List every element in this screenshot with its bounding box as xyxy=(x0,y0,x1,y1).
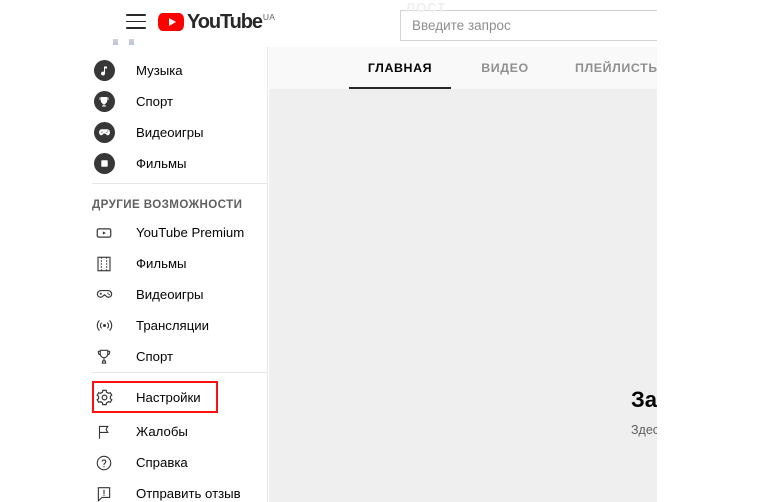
sidebar-section-title: ДРУГИЕ ВОЗМОЖНОСТИ xyxy=(92,198,243,211)
artifact-dot xyxy=(129,39,134,45)
broadcast-icon xyxy=(92,314,116,338)
browser-page: YouTube UA ЛОСТ Музыка xyxy=(0,0,657,502)
empty-state-heading: За xyxy=(631,387,657,412)
tab-label: ГЛАВНАЯ xyxy=(367,61,433,75)
gamepad-icon xyxy=(92,121,116,145)
play-triangle-icon xyxy=(168,18,176,26)
sidebar-item-gaming-more[interactable]: Видеоигры xyxy=(92,279,267,310)
film-icon xyxy=(92,152,116,176)
trophy-outline-icon xyxy=(92,345,116,369)
sidebar-divider xyxy=(92,372,267,373)
sidebar-item-movies[interactable]: Фильмы xyxy=(92,148,267,179)
sidebar-item-label: YouTube Premium xyxy=(136,224,245,240)
youtube-premium-icon xyxy=(92,221,116,245)
film-strip-icon xyxy=(92,252,116,276)
sidebar-item-movies-more[interactable]: Фильмы xyxy=(92,248,267,279)
youtube-logo[interactable]: YouTube UA xyxy=(158,12,275,33)
music-note-icon xyxy=(92,59,116,83)
sidebar-item-help[interactable]: Справка xyxy=(92,447,267,478)
tab-playlists[interactable]: ПЛЕЙЛИСТЫ xyxy=(559,47,657,89)
sidebar: Музыка Спорт Видеоигры Фильмы ДРУГИЕ ВОЗ… xyxy=(0,47,268,502)
sidebar-item-music[interactable]: Музыка xyxy=(92,55,267,86)
sidebar-item-label: Справка xyxy=(136,454,188,470)
sidebar-item-label: Трансляции xyxy=(136,317,209,333)
sidebar-item-settings[interactable]: Настройки xyxy=(92,382,267,413)
hamburger-menu-icon[interactable] xyxy=(126,14,146,30)
feedback-icon xyxy=(92,482,116,502)
sidebar-item-label: Видеоигры xyxy=(136,124,204,140)
sidebar-item-label: Настройки xyxy=(136,389,201,405)
sidebar-item-youtube-premium[interactable]: YouTube Premium xyxy=(92,217,267,248)
channel-content: ГЛАВНАЯ ВИДЕО ПЛЕЙЛИСТЫ За Здес xyxy=(269,47,657,502)
sidebar-item-label: Спорт xyxy=(136,93,174,109)
sidebar-item-label: Отправить отзыв xyxy=(136,485,241,501)
youtube-country-code: UA xyxy=(262,12,276,22)
gear-icon xyxy=(92,386,116,410)
sidebar-item-report-history[interactable]: Жалобы xyxy=(92,416,267,447)
masthead: YouTube UA ЛОСТ xyxy=(0,0,657,47)
hamburger-line xyxy=(126,14,146,16)
hamburger-line xyxy=(126,20,146,23)
channel-tabbar: ГЛАВНАЯ ВИДЕО ПЛЕЙЛИСТЫ xyxy=(269,47,657,89)
render-artifact-dots xyxy=(112,39,158,47)
hamburger-line xyxy=(126,27,146,29)
sidebar-item-label: Музыка xyxy=(136,62,183,78)
tab-label: ПЛЕЙЛИСТЫ xyxy=(574,61,657,75)
sidebar-item-sports[interactable]: Спорт xyxy=(92,86,267,117)
sidebar-item-sports-more[interactable]: Спорт xyxy=(92,341,267,372)
sidebar-item-label: Фильмы xyxy=(136,155,187,171)
sidebar-item-send-feedback[interactable]: Отправить отзыв xyxy=(92,478,267,502)
sidebar-divider xyxy=(92,183,267,184)
flag-icon xyxy=(92,420,116,444)
gamepad-outline-icon xyxy=(92,283,116,307)
tab-videos[interactable]: ВИДЕО xyxy=(463,47,547,89)
tab-label: ВИДЕО xyxy=(481,61,529,75)
trophy-icon xyxy=(92,90,116,114)
artifact-dot xyxy=(113,39,118,45)
sidebar-item-live[interactable]: Трансляции xyxy=(92,310,267,341)
sidebar-item-label: Фильмы xyxy=(136,255,187,271)
youtube-play-icon xyxy=(158,13,184,31)
sidebar-item-label: Видеоигры xyxy=(136,286,204,302)
ghost-overlay-text: ЛОСТ xyxy=(406,0,447,15)
empty-state-subtext: Здес xyxy=(631,423,657,437)
sidebar-item-label: Жалобы xyxy=(136,423,188,439)
help-circle-icon xyxy=(92,451,116,475)
sidebar-item-label: Спорт xyxy=(136,348,174,364)
sidebar-item-gaming[interactable]: Видеоигры xyxy=(92,117,267,148)
empty-state: За Здес xyxy=(631,387,657,438)
tab-home[interactable]: ГЛАВНАЯ xyxy=(349,47,451,89)
youtube-wordmark: YouTube xyxy=(187,11,263,33)
